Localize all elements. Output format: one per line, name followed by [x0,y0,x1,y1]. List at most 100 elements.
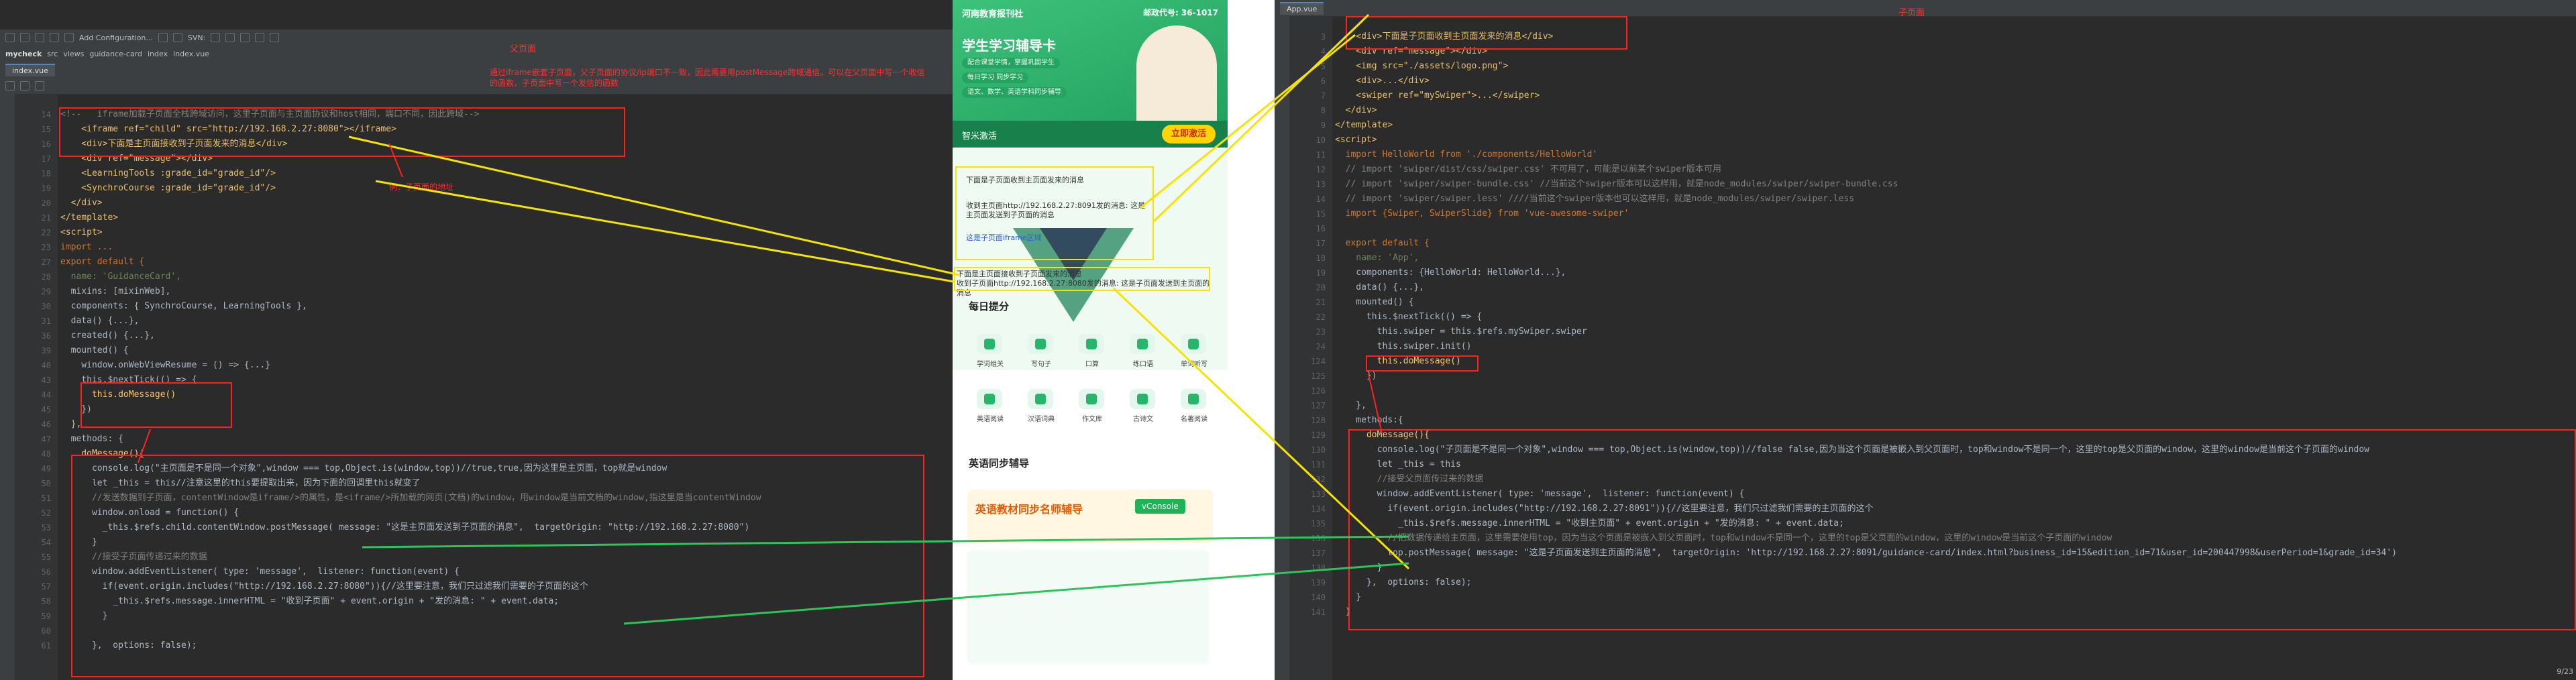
code-line[interactable]: import HelloWorld from './components/Hel… [1335,148,1598,162]
code-line[interactable]: // import 'swiper/dist/css/swiper.css' 不… [1335,162,1721,177]
code-line[interactable]: created() {...}, [60,329,155,343]
code-line[interactable]: components: {HelloWorld: HelloWorld...}, [1335,266,1566,280]
breadcrumb-views[interactable]: views [63,50,84,58]
code-line[interactable]: mounted() { [60,343,129,358]
code-line[interactable]: //把数据传递给主页面，这里需要使用top，因为当这个页面是被嵌入到父页面时，t… [1335,531,2112,546]
folder-icon[interactable] [5,33,15,42]
daily-tool-icon[interactable] [1181,334,1206,354]
code-line[interactable]: <div>...</div> [1335,74,1430,89]
code-line[interactable]: methods:{ [1335,413,1403,428]
debug-icon[interactable] [172,33,182,42]
code-line[interactable]: // import 'swiper/swiper-bundle.css' //当… [1335,177,1898,192]
code-line[interactable]: <div>下面是主页面接收到子页面发来的消息</div> [60,137,287,152]
code-line[interactable]: } [1335,590,1361,605]
code-line[interactable]: name: 'GuidanceCard', [60,270,181,284]
find-icon[interactable] [5,81,15,91]
code-line[interactable]: <SynchroCourse :grade_id="grade_id"/> [60,181,276,196]
code-line[interactable]: let _this = this [1335,457,1461,472]
activate-button[interactable]: 立即激活 [1161,125,1216,144]
code-line[interactable]: if(event.origin.includes("http://192.168… [1335,502,1873,516]
code-line[interactable]: <div ref="message"></div> [60,152,213,166]
code-line[interactable]: this.doMessage() [1335,354,1461,369]
down-arrow-icon[interactable] [35,81,44,91]
history-icon[interactable] [240,33,250,42]
daily-tool-icon[interactable] [1130,389,1155,409]
code-line[interactable]: if(event.origin.includes("http://192.168… [60,579,588,594]
code-line[interactable]: top.postMessage( message: "这是子页面发送到主页面的消… [1335,546,2397,561]
code-line[interactable]: }, [1335,398,1366,413]
breadcrumb-file[interactable]: index.vue [173,50,209,58]
code-line[interactable]: window.onWebViewResume = () => {...} [60,358,270,373]
daily-tool-icon[interactable] [977,389,1002,409]
code-line[interactable]: components: { SynchroCourse, LearningToo… [60,299,307,314]
code-line[interactable]: doMessage(){ [60,447,144,461]
code-editor-right[interactable]: <div>下面是子页面收到主页面发来的消息</div> <div ref="me… [1335,16,2576,680]
tab-app-vue[interactable]: App.vue [1280,1,1324,15]
code-line[interactable]: import ... [60,240,113,255]
code-line[interactable]: <iframe ref="child" src="http://192.168.… [60,122,396,137]
code-line[interactable]: </template> [1335,118,1393,133]
search-icon[interactable] [270,33,280,42]
code-line[interactable]: <LearningTools :grade_id="grade_id"/> [60,166,276,181]
daily-tool-icon[interactable] [977,334,1002,354]
code-line[interactable]: <img src="./assets/logo.png"> [1335,59,1508,74]
code-line[interactable]: doMessage(){ [1335,428,1430,443]
breadcrumb-index[interactable]: index [148,50,168,58]
code-line[interactable]: export default { [60,255,144,270]
code-line[interactable]: _this.$refs.child.contentWindow.postMess… [60,520,750,535]
save-icon[interactable] [20,33,30,42]
tab-index-vue[interactable]: index.vue [5,63,55,76]
daily-tool-icon[interactable] [1028,334,1053,354]
code-line[interactable]: mixins: [mixinWeb], [60,284,171,299]
code-line[interactable]: methods: { [60,432,123,447]
code-line[interactable]: window.addEventListener( type: 'message'… [1335,487,1745,502]
breadcrumb-src[interactable]: src [47,50,58,58]
code-line[interactable]: } [60,535,97,550]
code-line[interactable]: }, options: false); [60,638,197,653]
daily-tool-icon[interactable] [1079,389,1104,409]
code-line[interactable]: <script> [60,225,103,240]
breadcrumb-guidance-card[interactable]: guidance-card [89,50,142,58]
refresh-icon[interactable] [35,33,44,42]
code-line[interactable]: data() {...}, [60,314,140,329]
code-line[interactable]: } [60,609,108,624]
code-line[interactable]: <div>下面是子页面收到主页面发来的消息</div> [1335,30,1553,44]
code-line[interactable]: //接受父页面传过来的数据 [1335,472,1484,487]
code-line[interactable]: <swiper ref="mySwiper">...</swiper> [1335,89,1540,103]
vcs-update-icon[interactable] [211,33,221,42]
code-line[interactable]: this.$nextTick(() => { [1335,310,1482,325]
code-editor[interactable]: <!-- iframe加载子页面全栈跨域访问，这里子页面与主页面协议和host相… [60,94,953,680]
code-line[interactable]: </div> [60,196,103,211]
code-line[interactable]: <!-- iframe加载子页面全栈跨域访问，这里子页面与主页面协议和host相… [60,107,480,122]
project-name[interactable]: mycheck [5,50,42,58]
code-line[interactable]: mounted() { [1335,295,1413,310]
code-line[interactable]: </template> [60,211,118,225]
code-line[interactable]: } [1335,561,1383,575]
code-line[interactable]: window.addEventListener( type: 'message'… [60,565,460,579]
code-line[interactable]: }) [60,402,92,417]
vcs-commit-icon[interactable] [225,33,235,42]
english-card[interactable] [967,490,1213,543]
vconsole-button[interactable]: vConsole [1135,499,1185,514]
add-configuration-button[interactable]: Add Configuration... [79,34,153,42]
up-arrow-icon[interactable] [20,81,30,91]
code-line[interactable]: // import 'swiper/swiper.less' ////当前这个s… [1335,192,1855,207]
daily-tool-icon[interactable] [1181,389,1206,409]
code-line[interactable]: }, options: false); [1335,575,1472,590]
code-line[interactable]: this.swiper.init() [1335,339,1472,354]
code-line[interactable]: }) [1335,369,1377,384]
code-line[interactable]: window.onload = function() { [60,506,239,520]
code-line[interactable]: //发送数据到子页面，contentWindow是iframe/>的属性，是<i… [60,491,761,506]
back-icon[interactable] [50,33,59,42]
code-line[interactable]: this.$nextTick(() => { [60,373,197,388]
code-line[interactable]: </div> [1335,103,1377,118]
code-line[interactable]: console.log("主页面是不是同一个对象",window === top… [60,461,667,476]
code-line[interactable]: <script> [1335,133,1377,148]
daily-tool-icon[interactable] [1079,334,1104,354]
daily-tool-icon[interactable] [1130,334,1155,354]
code-line[interactable]: } [1335,605,1351,620]
code-line[interactable]: }, [60,417,82,432]
run-icon[interactable] [158,33,168,42]
code-line[interactable]: this.doMessage() [60,388,176,402]
code-line[interactable]: console.log("子页面是不是同一个对象",window === top… [1335,443,2369,457]
